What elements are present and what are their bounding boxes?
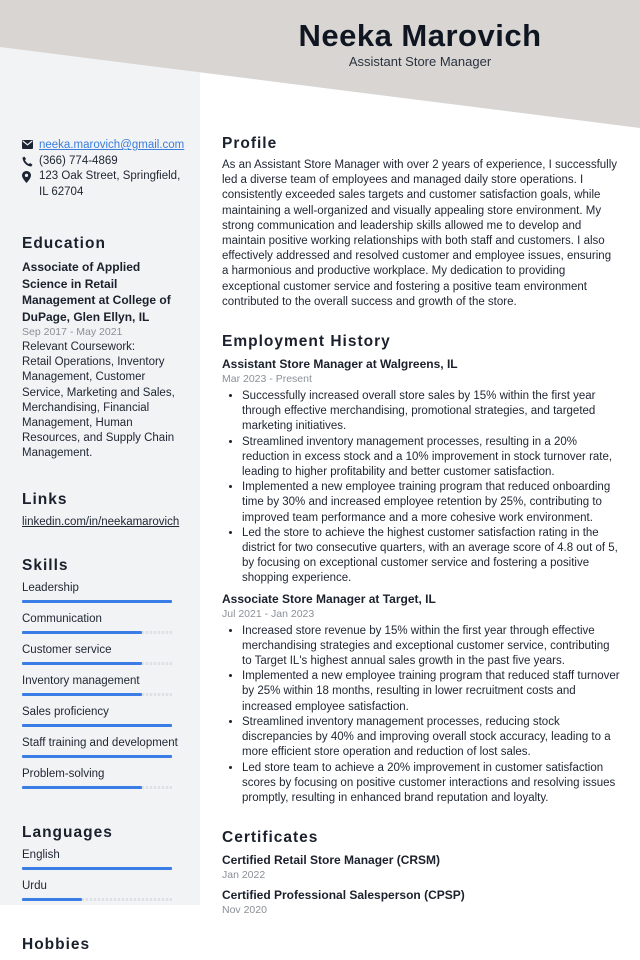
language-item-level-bar: [22, 897, 172, 901]
skill-item-level-fill: [22, 630, 142, 634]
coursework-list: Retail Operations, Inventory Management,…: [22, 356, 175, 460]
language-item-label: Urdu: [22, 879, 47, 892]
skill-item-level-bar: [22, 723, 172, 727]
job-bullet: Led the store to achieve the highest cus…: [242, 526, 620, 587]
job-dates: Mar 2023 - Present: [222, 373, 312, 386]
hobbies-section: Hobbies: [22, 935, 182, 955]
skill-item-label: Sales proficiency: [22, 705, 109, 718]
skill-item-level-fill: [22, 599, 172, 603]
email-link[interactable]: neeka.marovich@gmail.com: [39, 138, 184, 154]
certificate-item: Certified Professional Salesperson (CPSP…: [222, 887, 620, 918]
skill-item-level-fill: [22, 754, 172, 758]
linkedin-link[interactable]: linkedin.com/in/neekamarovich: [22, 515, 182, 530]
links-heading: Links: [22, 490, 68, 508]
skill-item-level-fill: [22, 692, 142, 696]
skill-item-label: Inventory management: [22, 674, 140, 687]
skill-item-level-fill: [22, 661, 142, 665]
phone-icon: [22, 154, 39, 167]
skill-item-level-bar: [22, 661, 172, 665]
profile-text: As an Assistant Store Manager with over …: [222, 159, 618, 308]
skill-item: Staff training and development: [22, 736, 182, 758]
main-content: Profile As an Assistant Store Manager wi…: [222, 134, 620, 936]
skills-list: Leadership Communication Customer service I…: [22, 581, 182, 789]
language-item-level-fill: [22, 866, 172, 870]
education-section: Education Associate of Applied Science i…: [22, 234, 182, 462]
skill-item-label: Staff training and development: [22, 736, 178, 749]
profile-heading: Profile: [222, 135, 278, 152]
employment-heading: Employment History: [222, 333, 391, 351]
skill-item: Inventory management: [22, 674, 182, 696]
job-entry: Associate Store Manager at Target, IL Jul…: [222, 591, 620, 806]
skill-item: Customer service: [22, 643, 182, 665]
contact-phone: (366) 774-4869: [22, 154, 182, 170]
skill-item: Sales proficiency: [22, 705, 182, 727]
job-bullets: Increased store revenue by 15% within th…: [222, 624, 620, 806]
skill-item: Leadership: [22, 581, 182, 603]
skill-item: Communication: [22, 612, 182, 634]
job-bullet: Increased store revenue by 15% within th…: [242, 624, 620, 670]
language-item-level-fill: [22, 897, 82, 901]
job-bullet: Streamlined inventory management process…: [242, 435, 620, 481]
job-bullets: Successfully increased overall store sal…: [222, 389, 620, 587]
phone-number: (366) 774-4869: [39, 154, 118, 167]
certificates-list: Certified Retail Store Manager (CRSM) Jan…: [222, 852, 620, 918]
languages-list: English Urdu: [22, 848, 182, 901]
skill-item-level-bar: [22, 599, 172, 603]
job-dates: Jul 2021 - Jan 2023: [222, 607, 315, 620]
candidate-title: Assistant Store Manager: [348, 54, 492, 69]
map-pin-icon: [22, 169, 39, 183]
contact-address: 123 Oak Street, Springfield, IL 62704: [22, 169, 182, 200]
language-item-label: English: [22, 848, 60, 861]
skill-item-level-bar: [22, 754, 172, 758]
profile-section: Profile As an Assistant Store Manager wi…: [222, 134, 620, 310]
certificate-name: Certified Professional Salesperson (CPSP…: [222, 888, 465, 903]
job-entry: Assistant Store Manager at Walgreens, IL…: [222, 356, 620, 587]
job-bullet: Successfully increased overall store sal…: [242, 389, 620, 435]
certificate-name: Certified Retail Store Manager (CRSM): [222, 853, 441, 868]
skill-item-level-fill: [22, 723, 172, 727]
job-bullet: Streamlined inventory management process…: [242, 715, 620, 761]
language-item-level-bar: [22, 866, 172, 870]
skill-item-level-fill: [22, 785, 142, 789]
skill-item-level-bar: [22, 785, 172, 789]
coursework-label: Relevant Coursework:: [22, 341, 136, 353]
education-degree: Associate of Applied Science in Retail M…: [22, 260, 171, 324]
languages-heading: Languages: [22, 823, 113, 841]
skills-section: Skills Leadership Communication Customer s…: [22, 556, 182, 789]
certificates-heading: Certificates: [222, 829, 319, 847]
education-dates: Sep 2017 - May 2021: [22, 326, 123, 338]
employment-section: Employment History Assistant Store Manag…: [222, 332, 620, 806]
envelope-icon: [22, 138, 39, 149]
job-bullet: Led store team to achieve a 20% improvem…: [242, 761, 620, 807]
certificate-date: Jan 2022: [222, 869, 266, 882]
skill-item-label: Leadership: [22, 581, 79, 594]
links-section: Links linkedin.com/in/neekamarovich: [22, 490, 182, 530]
skill-item: Problem-solving: [22, 767, 182, 789]
education-heading: Education: [22, 235, 106, 252]
job-bullet: Implemented a new employee training prog…: [242, 480, 620, 526]
hobbies-heading: Hobbies: [22, 935, 91, 953]
skill-item-level-bar: [22, 692, 172, 696]
contact-section: neeka.marovich@gmail.com (366) 774-4869 …: [22, 138, 184, 200]
certificate-date: Nov 2020: [222, 904, 267, 917]
skill-item-level-bar: [22, 630, 172, 634]
language-item: English: [22, 848, 182, 870]
languages-section: Languages English Urdu: [22, 823, 182, 901]
certificate-item: Certified Retail Store Manager (CRSM) Jan…: [222, 852, 620, 883]
job-heading: Assistant Store Manager at Walgreens, IL: [222, 357, 458, 372]
sidebar: neeka.marovich@gmail.com (366) 774-4869 …: [22, 138, 184, 960]
jobs-list: Assistant Store Manager at Walgreens, IL…: [222, 356, 620, 806]
header: Neeka Marovich Assistant Store Manager: [200, 16, 640, 70]
skill-item-label: Communication: [22, 612, 102, 625]
job-bullet: Implemented a new employee training prog…: [242, 669, 620, 715]
skill-item-label: Customer service: [22, 643, 112, 656]
candidate-name: Neeka Marovich: [298, 18, 542, 53]
address: 123 Oak Street, Springfield, IL 62704: [39, 170, 181, 198]
skills-heading: Skills: [22, 556, 69, 574]
skill-item-label: Problem-solving: [22, 767, 105, 780]
job-heading: Associate Store Manager at Target, IL: [222, 591, 436, 606]
contact-email: neeka.marovich@gmail.com: [22, 138, 184, 154]
language-item: Urdu: [22, 879, 182, 901]
